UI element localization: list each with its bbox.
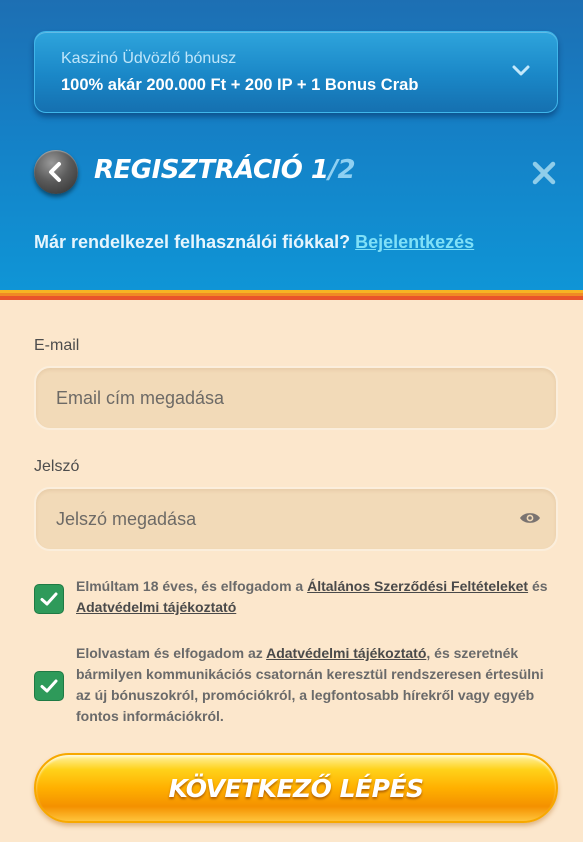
bonus-title: Kaszinó Üdvözlő bónusz — [61, 50, 237, 67]
check-icon — [40, 679, 58, 693]
welcome-bonus-dropdown[interactable]: Kaszinó Üdvözlő bónusz 100% akár 200.000… — [34, 31, 558, 113]
privacy-policy-link[interactable]: Adatvédelmi tájékoztató — [266, 645, 426, 661]
marketing-consent-text: Elolvastam és elfogadom az Adatvédelmi t… — [76, 643, 562, 727]
age-consent-text: Elmúltam 18 éves, és elfogadom a Általán… — [76, 576, 562, 618]
age-consent-text-mid: és — [528, 578, 548, 594]
page-title-main: REGISZTRÁCIÓ 1 — [94, 155, 329, 185]
terms-link[interactable]: Általános Szerződési Feltételeket — [307, 578, 528, 594]
password-label: Jelszó — [34, 458, 80, 475]
close-icon[interactable] — [531, 160, 557, 186]
registration-page: Kaszinó Üdvözlő bónusz 100% akár 200.000… — [0, 0, 583, 842]
page-title: REGISZTRÁCIÓ 1/2 — [94, 155, 356, 185]
email-input[interactable] — [34, 366, 558, 430]
age-consent-checkbox[interactable] — [35, 585, 63, 613]
header-divider-stripes — [0, 290, 583, 300]
password-input[interactable] — [34, 487, 558, 551]
check-icon — [40, 592, 58, 606]
bonus-description: 100% akár 200.000 Ft + 200 IP + 1 Bonus … — [61, 76, 419, 94]
eye-icon[interactable] — [519, 510, 541, 526]
email-label: E-mail — [34, 337, 80, 354]
registration-header: Kaszinó Üdvözlő bónusz 100% akár 200.000… — [0, 0, 583, 290]
privacy-policy-link[interactable]: Adatvédelmi tájékoztató — [76, 599, 236, 615]
chevron-down-icon — [512, 65, 530, 76]
page-title-step: /2 — [328, 155, 356, 185]
next-step-button[interactable]: KÖVETKEZŐ LÉPÉS — [34, 753, 558, 823]
chevron-left-icon — [49, 162, 61, 182]
back-button[interactable] — [34, 150, 78, 194]
login-prompt-text: Már rendelkezel felhasználói fiókkal? — [34, 232, 351, 252]
login-prompt: Már rendelkezel felhasználói fiókkal? Be… — [34, 232, 474, 253]
login-link[interactable]: Bejelentkezés — [355, 232, 474, 252]
age-consent-text-start: Elmúltam 18 éves, és elfogadom a — [76, 578, 308, 594]
marketing-consent-text-start: Elolvastam és elfogadom az — [76, 645, 267, 661]
marketing-consent-checkbox[interactable] — [35, 672, 63, 700]
next-step-label: KÖVETKEZŐ LÉPÉS — [168, 773, 424, 803]
